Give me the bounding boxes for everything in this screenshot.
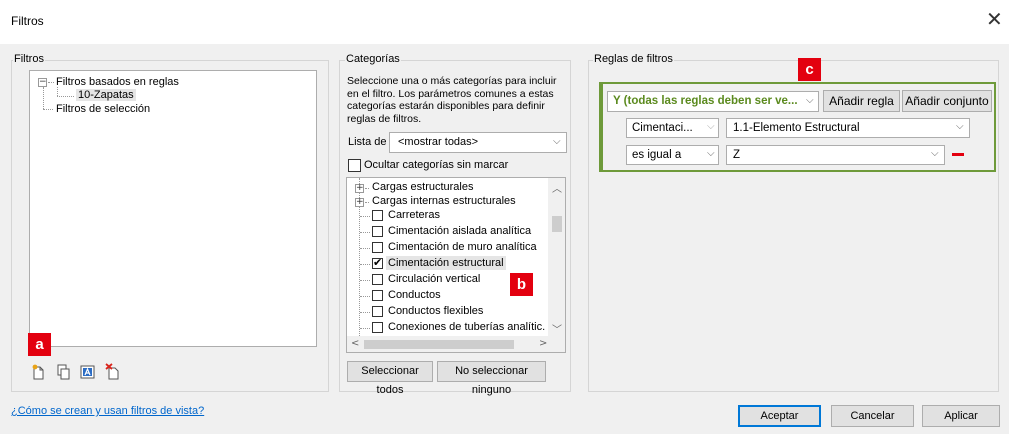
scrollbar-thumb[interactable] bbox=[552, 216, 562, 232]
chevron-down-icon: ⌵ bbox=[707, 148, 715, 159]
help-link[interactable]: ¿Cómo se crean y usan filtros de vista? bbox=[11, 405, 204, 417]
duplicate-icon[interactable] bbox=[57, 364, 71, 380]
list-item[interactable]: Cimentación aislada analítica bbox=[388, 225, 531, 237]
chevron-down-icon: ⌵ bbox=[956, 121, 964, 132]
rule-value: Z bbox=[733, 149, 741, 161]
remove-rule-icon[interactable] bbox=[952, 153, 964, 156]
delete-icon[interactable] bbox=[105, 363, 121, 380]
list-item-checkbox[interactable] bbox=[372, 242, 383, 253]
list-item[interactable]: Cargas estructurales bbox=[372, 181, 474, 193]
list-item-checkbox[interactable] bbox=[372, 306, 383, 317]
scroll-left-icon[interactable]: < bbox=[351, 338, 359, 349]
list-item-checkbox[interactable] bbox=[372, 210, 383, 221]
rule-operator-select[interactable]: es igual a ⌵ bbox=[626, 145, 719, 165]
list-item-checkbox-checked[interactable] bbox=[372, 256, 383, 269]
list-item-checkbox[interactable] bbox=[372, 274, 383, 285]
categories-description: Seleccione una o más categorías para inc… bbox=[347, 75, 557, 125]
tree-item-selection[interactable]: Filtros de selección bbox=[56, 103, 150, 115]
list-label: Lista de bbox=[348, 136, 387, 148]
rule-category-value: Cimentaci... bbox=[632, 122, 693, 134]
hide-unchecked-checkbox[interactable] bbox=[348, 159, 361, 172]
rename-icon[interactable] bbox=[80, 364, 96, 380]
callout-b: b bbox=[510, 273, 533, 296]
list-item[interactable]: Conductos bbox=[388, 289, 441, 301]
categories-list[interactable]: + Cargas estructurales + Cargas internas… bbox=[346, 177, 566, 353]
scroll-up-icon[interactable]: ︿ bbox=[552, 180, 562, 195]
list-item-checkbox[interactable] bbox=[372, 226, 383, 237]
scroll-down-icon[interactable]: ﹀ bbox=[552, 321, 562, 336]
expand-icon[interactable]: + bbox=[355, 184, 364, 193]
list-item[interactable]: Conductos flexibles bbox=[388, 305, 483, 317]
close-icon[interactable]: ✕ bbox=[986, 8, 1003, 32]
list-item[interactable]: Carreteras bbox=[388, 209, 440, 221]
tree-item-rule-based[interactable]: Filtros basados en reglas bbox=[56, 76, 179, 88]
list-item[interactable]: Cargas internas estructurales bbox=[372, 195, 516, 207]
scroll-right-icon[interactable]: > bbox=[539, 338, 547, 349]
select-all-button[interactable]: Seleccionar todos bbox=[347, 361, 433, 396]
collapse-icon[interactable]: − bbox=[38, 78, 47, 87]
new-filter-icon[interactable] bbox=[32, 364, 46, 380]
condition-select[interactable]: Y (todas las reglas deben ser ve... ⌵ bbox=[607, 91, 819, 112]
list-item[interactable]: Cimentación de muro analítica bbox=[388, 241, 537, 253]
category-list-select[interactable]: <mostrar todas> ⌵ bbox=[389, 132, 567, 153]
cancel-button[interactable]: Cancelar bbox=[831, 405, 914, 427]
apply-button[interactable]: Aplicar bbox=[922, 405, 1000, 427]
expand-icon[interactable]: + bbox=[355, 198, 364, 207]
rule-operator-value: es igual a bbox=[632, 149, 682, 161]
list-item-checkbox[interactable] bbox=[372, 322, 383, 333]
categories-group-label: Categorías bbox=[345, 53, 401, 65]
scrollbar-thumb[interactable] bbox=[364, 340, 514, 349]
select-none-button[interactable]: No seleccionar ninguno bbox=[437, 361, 546, 396]
callout-c: c bbox=[798, 58, 821, 81]
chevron-down-icon: ⌵ bbox=[931, 148, 939, 159]
ok-button[interactable]: Aceptar bbox=[738, 405, 821, 427]
list-item[interactable]: Conexiones de tuberías analític... bbox=[388, 321, 546, 333]
vertical-scrollbar[interactable]: ︿ ﹀ bbox=[548, 178, 565, 336]
condition-value: Y (todas las reglas deben ser ve... bbox=[613, 95, 798, 107]
add-set-button[interactable]: Añadir conjunto bbox=[902, 90, 992, 112]
window-title: Filtros bbox=[11, 14, 44, 28]
chevron-down-icon: ⌵ bbox=[806, 95, 814, 106]
horizontal-scrollbar[interactable]: < > bbox=[347, 336, 565, 352]
hide-unchecked-label: Ocultar categorías sin marcar bbox=[364, 159, 509, 171]
callout-a: a bbox=[28, 333, 51, 356]
rules-group-label: Reglas de filtros bbox=[593, 53, 674, 65]
filters-tree[interactable]: − Filtros basados en reglas 10-Zapatas F… bbox=[29, 70, 317, 347]
list-item[interactable]: Circulación vertical bbox=[388, 273, 480, 285]
list-item-selected[interactable]: Cimentación estructural bbox=[386, 256, 506, 270]
chevron-down-icon: ⌵ bbox=[707, 121, 715, 132]
rule-value-input[interactable]: Z ⌵ bbox=[726, 145, 945, 165]
chevron-down-icon: ⌵ bbox=[553, 136, 561, 147]
add-rule-button[interactable]: Añadir regla bbox=[823, 90, 900, 112]
category-list-value: <mostrar todas> bbox=[398, 136, 479, 148]
tree-item-10-zapatas[interactable]: 10-Zapatas bbox=[76, 89, 136, 101]
rule-parameter-select[interactable]: 1.1-Elemento Estructural ⌵ bbox=[726, 118, 970, 138]
rule-parameter-value: 1.1-Elemento Estructural bbox=[733, 122, 860, 134]
title-bar bbox=[0, 0, 1009, 44]
rule-category-select[interactable]: Cimentaci... ⌵ bbox=[626, 118, 719, 138]
filters-group-label: Filtros bbox=[13, 53, 45, 65]
list-item-checkbox[interactable] bbox=[372, 290, 383, 301]
